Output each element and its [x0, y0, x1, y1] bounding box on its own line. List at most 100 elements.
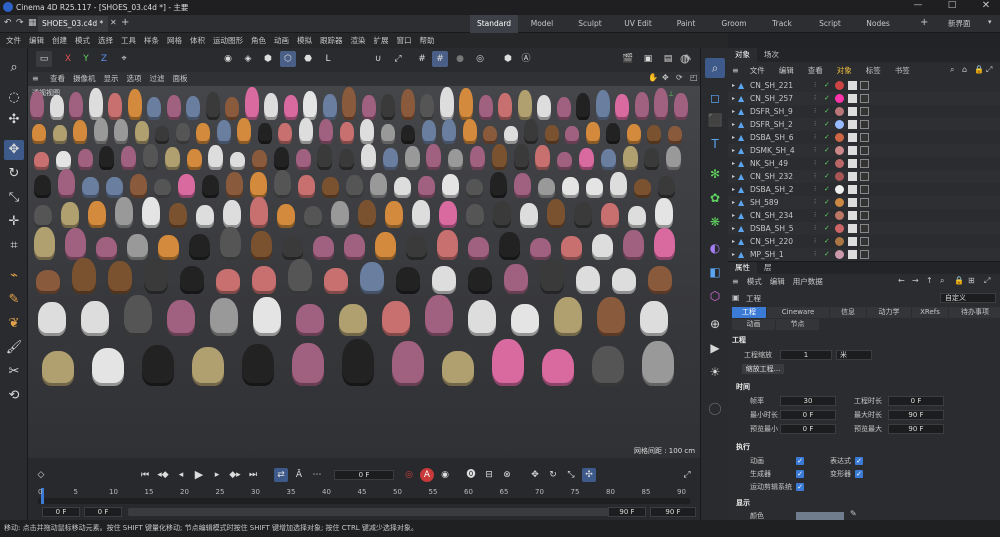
visibility-dots-icon[interactable]: ⁝ — [814, 170, 816, 183]
objpanel-menu-item[interactable]: 标签 — [859, 64, 888, 78]
edges-mode-icon[interactable]: ◈ — [240, 51, 256, 67]
object-row[interactable]: ▸ ▲ CN_SH_221 ⁝ ✓ — [728, 79, 1000, 92]
project-scale-field[interactable]: 1 — [780, 350, 832, 360]
texture-tag-icon[interactable] — [848, 172, 857, 181]
shoe-model[interactable] — [375, 231, 396, 260]
shoe-model[interactable] — [491, 144, 507, 170]
shoe-model[interactable] — [250, 171, 267, 198]
material-tag-icon[interactable] — [835, 172, 844, 181]
shoe-model[interactable] — [65, 227, 86, 260]
object-row[interactable]: ▸ ▲ CN_SH_232 ⁝ ✓ — [728, 170, 1000, 183]
shoe-model[interactable] — [273, 147, 289, 170]
objpanel-menu-item[interactable]: 文件 — [743, 64, 772, 78]
axis-y-button[interactable]: Y — [78, 51, 94, 67]
material-tag-icon[interactable] — [835, 81, 844, 90]
scale-project-button[interactable]: 缩放工程... — [742, 364, 784, 374]
menu-item[interactable]: 工具 — [117, 33, 140, 48]
shoe-model[interactable] — [592, 345, 624, 386]
objpanel-home-icon[interactable]: ⌂ — [962, 65, 967, 74]
objpanel-menu-item[interactable]: 对象 — [830, 64, 859, 78]
visibility-dots-icon[interactable]: ⁝ — [814, 118, 816, 131]
shoe-model[interactable] — [381, 93, 395, 120]
shoe-model[interactable] — [210, 297, 238, 336]
shoe-model[interactable] — [592, 234, 613, 260]
shoe-model[interactable] — [96, 236, 117, 260]
layout-tab-model[interactable]: Model — [518, 15, 566, 33]
shoe-model[interactable] — [459, 87, 473, 120]
text-spline-icon[interactable]: T — [705, 134, 725, 154]
texture-tag-icon[interactable] — [848, 185, 857, 194]
shoe-model[interactable] — [468, 300, 496, 336]
shoe-model[interactable] — [420, 93, 434, 120]
texture-tag-icon[interactable] — [848, 224, 857, 233]
shoe-model[interactable] — [72, 258, 96, 294]
shoe-model[interactable] — [401, 125, 415, 144]
shoe-model[interactable] — [478, 94, 493, 120]
live-selection-icon[interactable]: ◌ — [4, 88, 24, 108]
shoe-model[interactable] — [468, 266, 492, 294]
solo-mode-icon[interactable]: ◎ — [472, 51, 488, 67]
visibility-dots-icon[interactable]: ⁝ — [814, 235, 816, 248]
grid-snap-active-icon[interactable]: # — [432, 51, 448, 67]
attr-search-icon[interactable]: ⌕ — [940, 276, 944, 286]
shoe-model[interactable] — [654, 227, 675, 260]
shoe-model[interactable] — [134, 120, 149, 144]
color-swatch[interactable] — [796, 512, 844, 520]
shoe-model[interactable] — [32, 124, 46, 144]
objpanel-menu-item[interactable]: 查看 — [801, 64, 830, 78]
shoe-model[interactable] — [647, 125, 661, 144]
prev-frame-icon[interactable]: ◂ — [174, 468, 188, 482]
enable-check-icon[interactable]: ✓ — [824, 157, 830, 170]
zoom-icon[interactable]: ✥ — [662, 73, 669, 82]
shoe-model[interactable] — [77, 148, 93, 170]
shoe-model[interactable] — [606, 123, 620, 144]
object-name[interactable]: CN_SH_220 — [750, 235, 793, 248]
shoe-model[interactable] — [121, 145, 137, 170]
shoe-model[interactable] — [216, 119, 231, 144]
material-tag-icon[interactable] — [835, 250, 844, 259]
brush-icon[interactable]: 🖌 — [4, 338, 24, 358]
attr-tab[interactable]: 工程 — [732, 307, 766, 318]
objpanel-menu-item[interactable]: 书签 — [888, 64, 917, 78]
shoe-model[interactable] — [513, 143, 529, 170]
cloner-icon[interactable]: ✻ — [705, 164, 725, 184]
shoe-model[interactable] — [38, 302, 66, 336]
shoe-model[interactable] — [49, 94, 64, 120]
shoe-model[interactable] — [346, 174, 363, 198]
add-layout-button[interactable]: + — [920, 17, 928, 28]
object-row[interactable]: ▸ ▲ DSBA_SH_6 ⁝ ✓ — [728, 131, 1000, 144]
shoe-model[interactable] — [55, 151, 71, 170]
deformer-icon[interactable]: ◐ — [705, 238, 725, 258]
menu-item[interactable]: 创建 — [48, 33, 71, 48]
objpanel-tab[interactable]: 对象 — [728, 48, 757, 62]
shoe-model[interactable] — [442, 118, 456, 144]
shoe-model[interactable] — [127, 233, 148, 260]
axis-mode-icon[interactable]: L — [320, 51, 336, 67]
shoe-model[interactable] — [189, 233, 210, 260]
shoe-model[interactable] — [524, 119, 538, 144]
material-tag-icon[interactable] — [835, 198, 844, 207]
orbit-icon[interactable]: ⟳ — [676, 73, 683, 82]
shoe-model[interactable] — [520, 203, 538, 228]
object-name[interactable]: DSBA_SH_6 — [750, 131, 793, 144]
shoe-model[interactable] — [225, 97, 239, 120]
layout-tab-paint[interactable]: Paint — [662, 15, 710, 33]
layout-tab-groom[interactable]: Groom — [710, 15, 758, 33]
attrpanel-menu-item[interactable]: 用户数据 — [789, 275, 827, 288]
shoe-model[interactable] — [296, 303, 324, 336]
layout-dropdown-icon[interactable]: ▾ — [988, 18, 992, 26]
object-name[interactable]: CN_SH_232 — [750, 170, 793, 183]
viewport-menu-item[interactable]: 选项 — [123, 72, 146, 86]
object-row[interactable]: ▸ ▲ CN_SH_257 ⁝ ✓ — [728, 92, 1000, 105]
preview-max-field[interactable]: 90 F — [888, 424, 944, 434]
shoe-model[interactable] — [498, 93, 512, 120]
texture-tag-icon[interactable] — [848, 94, 857, 103]
attrpanel-tab[interactable]: 属性 — [728, 262, 757, 274]
menu-item[interactable]: 窗口 — [393, 33, 416, 48]
shoe-model[interactable] — [644, 148, 660, 170]
objpanel-tab[interactable]: 场次 — [757, 48, 786, 62]
attr-tab[interactable]: 动力学 — [867, 307, 911, 318]
project-length-field[interactable]: 0 F — [888, 396, 944, 406]
enable-check-icon[interactable]: ✓ — [824, 222, 830, 235]
end-frame-field-2[interactable]: 90 F — [650, 507, 696, 517]
